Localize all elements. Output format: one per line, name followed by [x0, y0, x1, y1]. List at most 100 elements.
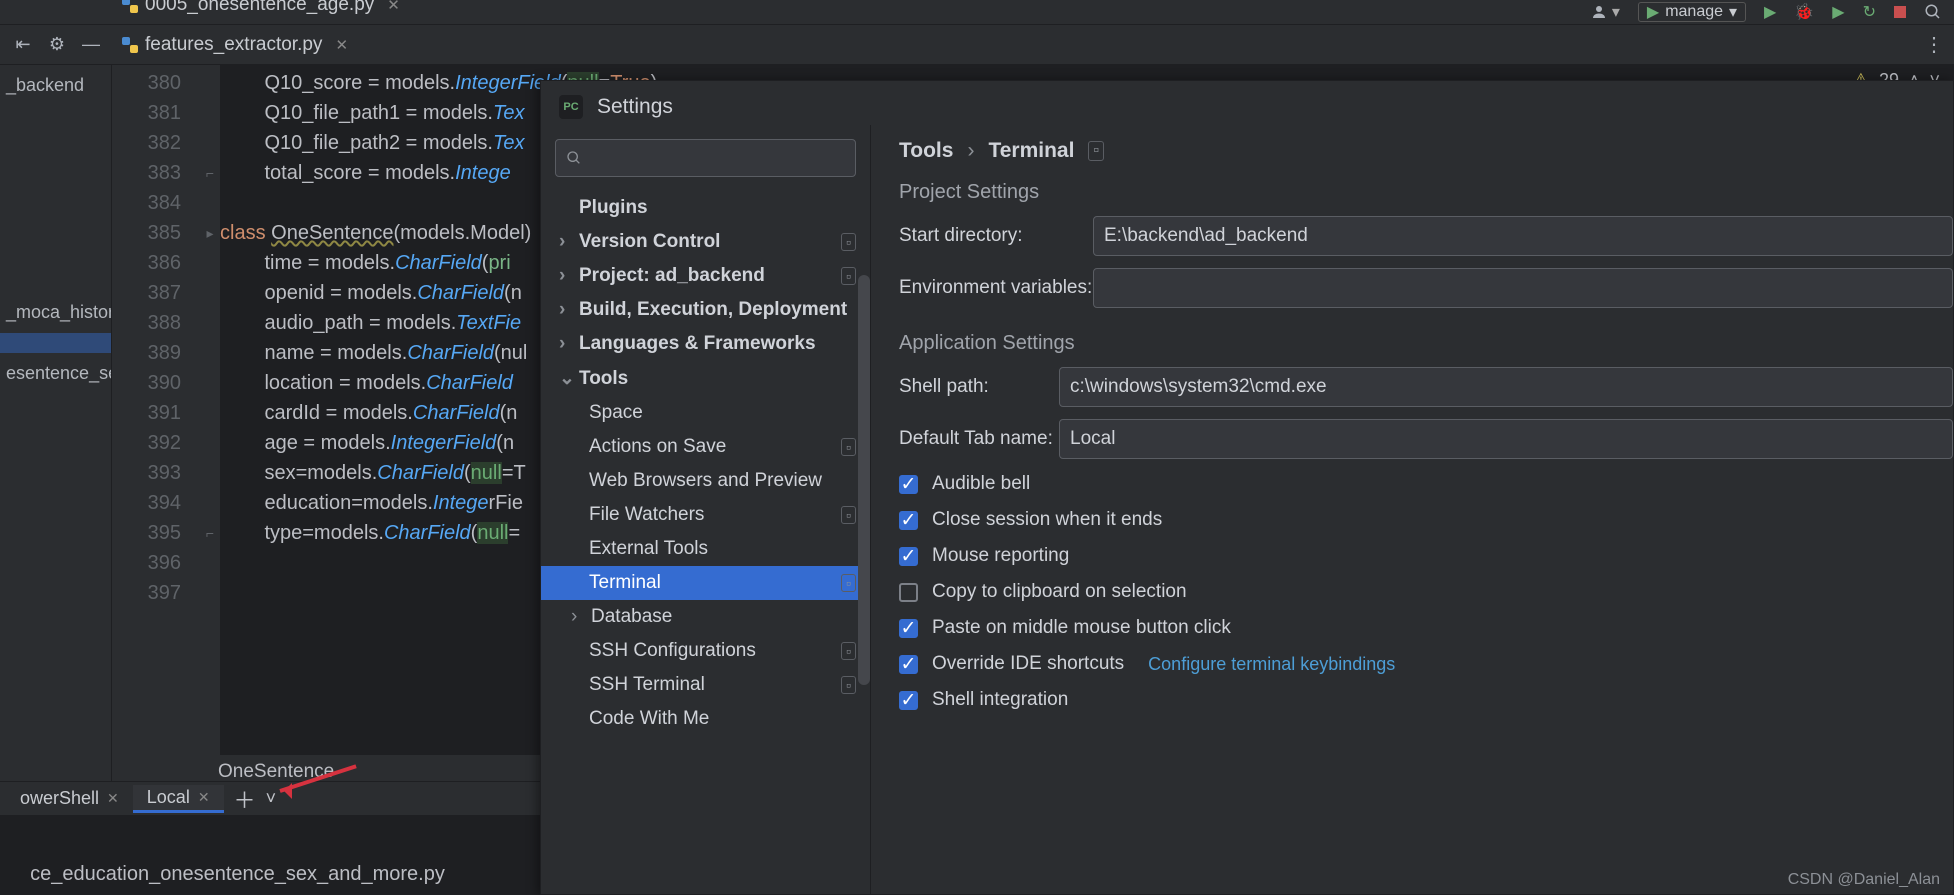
tree-item[interactable]: SSH Terminal▫	[541, 668, 870, 702]
checkbox-row[interactable]: Copy to clipboard on selection	[899, 581, 1953, 603]
checkbox-row[interactable]: ✓ Paste on middle mouse button click	[899, 617, 1953, 639]
debug-icon[interactable]: 🐞	[1794, 2, 1814, 22]
terminal-dropdown-icon[interactable]: ˅	[266, 788, 277, 809]
editor-breadcrumb[interactable]: OneSentence	[212, 761, 334, 783]
tree-item[interactable]: File Watchers▫	[541, 498, 870, 532]
settings-content: Tools › Terminal ▫ Project Settings Star…	[871, 125, 1953, 894]
section-app-settings: Application Settings	[899, 332, 1953, 355]
tree-item[interactable]: Actions on Save▫	[541, 430, 870, 464]
collapse-icon[interactable]: —	[74, 34, 108, 55]
run-config-selector[interactable]: ▶ manage ▾	[1638, 2, 1746, 22]
env-vars-row: Environment variables:	[899, 268, 1953, 308]
project-file-selected[interactable]	[0, 333, 111, 353]
checkbox-label: Shell integration	[932, 689, 1068, 711]
tree-item[interactable]: Terminal▫	[541, 566, 870, 600]
checkbox-label: Override IDE shortcuts	[932, 653, 1124, 675]
line-gutter: 3803813823833843853863873883893903913923…	[112, 65, 200, 755]
tree-plugins[interactable]: Plugins	[541, 191, 870, 225]
terminal-tab-active[interactable]: Local ✕	[133, 785, 224, 813]
terminal-tab[interactable]: owerShell ✕	[6, 786, 133, 811]
default-tab-label: Default Tab name:	[899, 428, 1059, 450]
tree-vcs[interactable]: ›Version Control▫	[541, 225, 870, 259]
tree-build[interactable]: ›Build, Execution, Deployment	[541, 293, 870, 327]
tree-item[interactable]: Web Browsers and Preview	[541, 464, 870, 498]
checkbox-label: Mouse reporting	[932, 545, 1069, 567]
tab-label: features_extractor.py	[145, 34, 322, 56]
tree-item[interactable]: Space	[541, 396, 870, 430]
tree-item[interactable]: External Tools	[541, 532, 870, 566]
checkbox[interactable]	[899, 583, 918, 602]
checkbox[interactable]: ✓	[899, 619, 918, 638]
gear-icon[interactable]: ⚙	[40, 34, 74, 55]
start-directory-input[interactable]	[1093, 216, 1953, 256]
more-tabs-icon[interactable]: ⋮	[1924, 32, 1944, 57]
env-vars-label: Environment variables:	[899, 277, 1093, 299]
stop-icon[interactable]	[1894, 6, 1906, 18]
checkbox[interactable]: ✓	[899, 547, 918, 566]
default-tab-input[interactable]	[1059, 419, 1953, 459]
python-file-icon	[122, 37, 138, 53]
settings-title-label: Settings	[597, 95, 673, 119]
profile-icon[interactable]: ↻	[1863, 2, 1876, 22]
tree-lang[interactable]: ›Languages & Frameworks	[541, 327, 870, 361]
tree-scrollbar[interactable]	[858, 275, 870, 685]
project-sidebar: _backend _moca_history_ esentence_sex	[0, 65, 112, 895]
project-file[interactable]: _moca_history_	[0, 292, 111, 333]
search-icon[interactable]	[1924, 3, 1942, 21]
close-icon[interactable]: ✕	[335, 36, 348, 54]
breadcrumb-item[interactable]: Tools	[899, 139, 953, 163]
project-file[interactable]: esentence_sex	[0, 353, 111, 394]
env-vars-input[interactable]	[1093, 268, 1953, 308]
checkbox-row[interactable]: ✓ Override IDE shortcuts Configure termina…	[899, 653, 1953, 675]
user-menu[interactable]: ▾	[1590, 2, 1620, 22]
breadcrumb-item[interactable]: Terminal	[988, 139, 1074, 163]
settings-breadcrumb: Tools › Terminal ▫	[899, 139, 1953, 163]
settings-search[interactable]	[555, 139, 856, 177]
checkbox-row[interactable]: ✓ Close session when it ends	[899, 509, 1953, 531]
checkbox-row[interactable]: ✓Audible bell	[899, 473, 1953, 495]
default-tab-name-row: Default Tab name:	[899, 419, 1953, 459]
play-icon: ▶	[1647, 2, 1659, 22]
checkbox-label: Copy to clipboard on selection	[932, 581, 1187, 603]
settings-tree-panel: Plugins ›Version Control▫ ›Project: ad_b…	[541, 125, 871, 894]
editor-tab[interactable]: 0005_onesentence_age.py✕	[108, 0, 414, 25]
python-file-icon	[122, 0, 138, 13]
checkbox-label: Close session when it ends	[932, 509, 1162, 531]
checkbox-label: Paste on middle mouse button click	[932, 617, 1231, 639]
tree-item[interactable]: SSH Configurations▫	[541, 634, 870, 668]
editor-tab[interactable]: features_extractor.py ✕	[108, 25, 414, 65]
checkbox-row[interactable]: ✓ Shell integration	[899, 689, 1953, 711]
settings-dialog: Settings Plugins ›Version Control▫ ›Proj…	[540, 80, 1954, 895]
close-icon[interactable]: ✕	[198, 789, 210, 806]
settings-tree[interactable]: Plugins ›Version Control▫ ›Project: ad_b…	[541, 191, 870, 894]
toolbar-select-icon[interactable]: ⇤	[6, 34, 40, 55]
close-icon[interactable]: ✕	[387, 0, 400, 14]
checkbox[interactable]: ✓	[899, 475, 918, 494]
shell-path-input[interactable]	[1059, 367, 1953, 407]
start-directory-label: Start directory:	[899, 225, 1093, 247]
shell-path-row: Shell path:	[899, 367, 1953, 407]
project-root[interactable]: _backend	[0, 65, 111, 112]
reset-icon[interactable]: ▫	[1088, 141, 1104, 161]
checkbox[interactable]: ✓	[899, 511, 918, 530]
checkbox[interactable]: ✓	[899, 655, 918, 674]
checkbox-row[interactable]: ✓ Mouse reporting	[899, 545, 1953, 567]
coverage-icon[interactable]: ▶	[1832, 2, 1844, 22]
editor-tabs: ⇤ ⚙ — models.py✕0005_onesentence_age.py✕…	[0, 25, 1954, 65]
checkbox[interactable]: ✓	[899, 691, 918, 710]
tree-item[interactable]: ›Database	[541, 600, 870, 634]
fold-gutter[interactable]: ⌐▸⌐	[200, 65, 220, 755]
terminal-tab-label: owerShell	[20, 788, 99, 809]
add-terminal-icon[interactable]: ＋	[234, 783, 256, 815]
tree-project[interactable]: ›Project: ad_backend▫	[541, 259, 870, 293]
settings-search-input[interactable]	[588, 148, 845, 168]
tree-tools[interactable]: ⌄Tools	[541, 361, 870, 396]
shell-path-label: Shell path:	[899, 376, 1059, 398]
run-icon[interactable]: ▶	[1764, 2, 1776, 22]
terminal-tab-label: Local	[147, 787, 190, 808]
config-link[interactable]: Configure terminal keybindings	[1148, 654, 1395, 675]
tree-item[interactable]: Code With Me	[541, 702, 870, 736]
caret-down-icon: ▾	[1729, 2, 1737, 22]
settings-titlebar: Settings	[541, 81, 1953, 125]
close-icon[interactable]: ✕	[107, 790, 119, 807]
